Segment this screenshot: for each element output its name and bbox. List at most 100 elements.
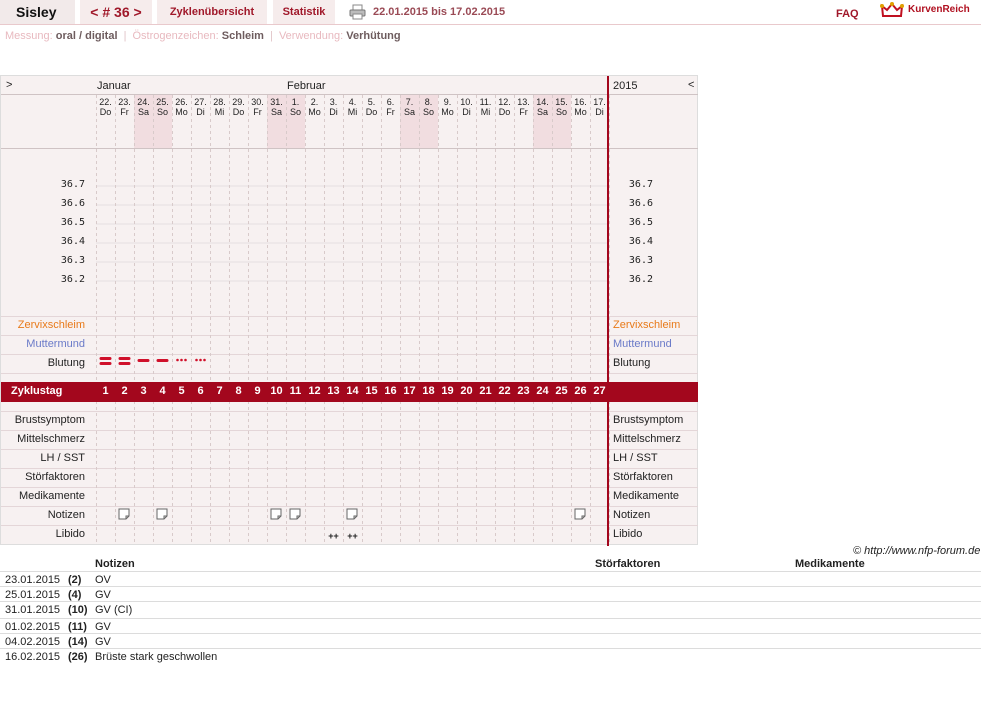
day-weekday: Sa [270,107,282,117]
row-label-blutung: Blutung [47,357,85,369]
copyright: © http://www.nfp-forum.de [853,545,981,557]
note-icon[interactable] [346,508,358,520]
day-weekday: Fr [519,107,528,117]
bleeding-spotting [180,358,183,362]
day-date: 24. [137,97,150,107]
row-label-mittel: Mittelschmerz [17,433,85,445]
row-label-medi: Medikamente [18,490,85,502]
day-date: 27. [194,97,207,107]
cycle-day-number: 24 [536,385,549,397]
row-label-muttermund: Muttermund [26,338,85,350]
cycle-day-number: 13 [327,385,340,397]
note-date: 01.02.2015 [5,621,61,633]
row-label-right-muttermund: Muttermund [613,338,672,350]
note-icon[interactable] [289,508,301,520]
printer-icon[interactable] [349,4,366,20]
nav-left-arrow[interactable]: > [6,79,12,91]
row-label-right-libido: Libido [613,528,643,540]
bleeding-spotting [203,358,206,362]
day-date: 10. [460,97,473,107]
cycle-day-number: 19 [441,385,454,397]
day-date: 3. [329,97,338,107]
day-date: 12. [498,97,511,107]
note-table-row: 16.02.2015 (26) Brüste stark geschwollen [0,648,981,664]
note-table-row: 31.01.2015 (10) GV (CI) [0,601,981,617]
row-label-zervix: Zervixschleim [17,319,85,331]
cycle-day-number: 25 [555,385,568,397]
tab-statistics[interactable]: Statistik [273,0,335,24]
cycle-day-number: 16 [384,385,397,397]
row-label-right-notizen: Notizen [613,509,651,521]
row-label-notizen: Notizen [47,509,85,521]
cycle-day-number: 2 [121,385,128,397]
cycle-day-number: 17 [403,385,416,397]
cycle-chart-grid [1,76,698,546]
bleeding-medium [137,359,150,362]
cycle-day-number: 12 [308,385,321,397]
day-weekday: Do [232,107,245,117]
nav-right-arrow[interactable]: < [688,79,694,91]
day-weekday: So [289,107,301,117]
note-table-row: 01.02.2015 (11) GV [0,618,981,634]
bleeding-heavy [118,357,131,360]
cycle-day-number: 22 [498,385,511,397]
logo-text: KurvenReich [908,4,970,15]
day-weekday: Mi [214,107,225,117]
cycle-day-number: 7 [216,385,223,397]
row-label-right-medi: Medikamente [613,490,680,502]
note-icon[interactable] [156,508,168,520]
day-date: 7. [405,97,414,107]
tab-cycle-overview[interactable]: Zyklenübersicht [157,0,267,24]
temp-label-left: 36.7 [60,179,85,190]
day-weekday: Do [498,107,511,117]
cycle-day-number: 5 [178,385,185,397]
bleeding-spotting [195,358,198,362]
note-icon[interactable] [118,508,130,520]
day-date: 6. [386,97,395,107]
cycle-day-number: 15 [365,385,378,397]
messung-value: oral / digital [55,30,118,42]
bleeding-heavy [118,362,131,365]
day-date: 23. [118,97,131,107]
note-icon[interactable] [270,508,282,520]
day-weekday: Sa [403,107,415,117]
day-date: 30. [251,97,264,107]
cycle-navigator[interactable]: < # 36 > [80,0,152,24]
medikamente-header: Medikamente [795,558,865,570]
row-label-right-lh: LH / SST [613,452,658,464]
cycle-day-number: 11 [289,385,302,397]
day-date: 14. [536,97,549,107]
day-weekday: So [422,107,434,117]
faq-link[interactable]: FAQ [836,8,859,20]
temp-label-left: 36.6 [60,198,85,209]
cycle-day-number: 23 [517,385,530,397]
row-label-right-zervix: Zervixschleim [613,319,681,331]
temp-label-left: 36.3 [60,255,85,266]
cycle-day-number: 1 [102,385,109,397]
note-date: 04.02.2015 [5,636,61,648]
day-date: 5. [367,97,376,107]
day-weekday: Mo [175,107,188,117]
note-cycle-day: (4) [68,589,82,601]
logo[interactable]: KurvenReich [880,2,980,22]
bleeding-spotting [184,358,187,362]
month-label-jan: Januar [97,80,131,92]
day-weekday: Di [462,107,471,117]
note-date: 25.01.2015 [5,589,61,601]
verwendung-label: Verwendung: [278,30,344,42]
note-text: OV [95,574,111,586]
day-weekday: So [156,107,168,117]
row-label-lh: LH / SST [40,452,85,464]
temp-label-right: 36.6 [628,198,653,209]
day-date: 15. [555,97,568,107]
bleeding-spotting [199,358,202,362]
day-weekday: Sa [137,107,149,117]
today-marker [607,76,609,546]
note-text: GV (CI) [95,604,133,616]
note-icon[interactable] [574,508,586,520]
temp-label-right: 36.3 [628,255,653,266]
note-cycle-day: (10) [68,604,88,616]
day-date: 22. [99,97,112,107]
day-weekday: Di [196,107,205,117]
temp-label-left: 36.5 [60,217,85,228]
